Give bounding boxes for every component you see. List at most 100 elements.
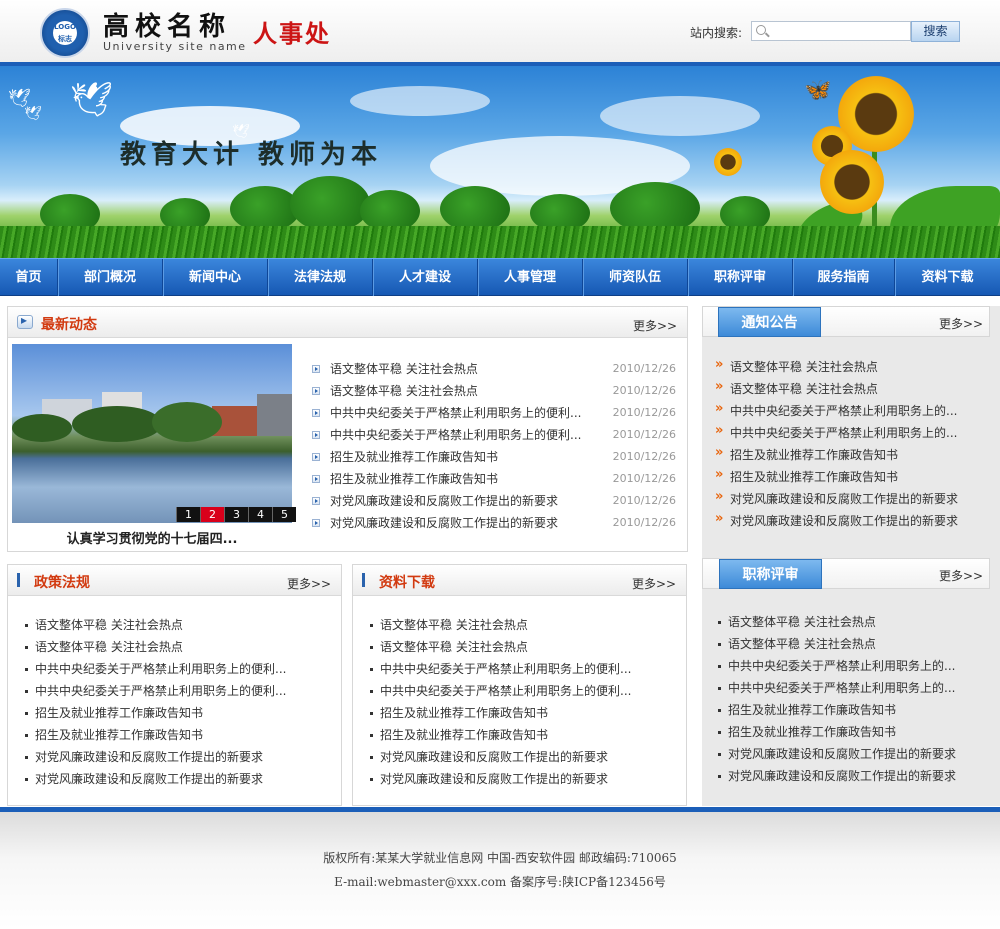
slide-number[interactable]: 1 <box>176 507 200 522</box>
slide-number-active[interactable]: 2 <box>200 507 224 522</box>
more-link[interactable]: 更多>> <box>939 567 983 584</box>
slide-number[interactable]: 4 <box>248 507 272 522</box>
list-item[interactable]: 语文整体平稳 关注社会热点 <box>25 636 325 658</box>
more-link[interactable]: 更多>> <box>287 575 331 592</box>
list-item[interactable]: 中共中央纪委关于严格禁止利用职务上的... <box>718 655 998 677</box>
nav-item-home[interactable]: 首页 <box>0 259 58 296</box>
tree <box>290 176 370 232</box>
news-date: 2010/12/26 <box>612 428 676 441</box>
slide-number[interactable]: 3 <box>224 507 248 522</box>
list-item[interactable]: 招生及就业推荐工作廉政告知书 <box>718 721 998 743</box>
list-item[interactable]: 对党风廉政建设和反腐败工作提出的新要求 <box>715 486 995 510</box>
search-input[interactable] <box>770 23 908 39</box>
list-item[interactable]: 语文整体平稳 关注社会热点 <box>715 354 995 378</box>
logo-emblem[interactable]: LOGO 标志 <box>40 8 90 58</box>
list-item[interactable]: 语文整体平稳 关注社会热点 <box>370 614 670 636</box>
list-item[interactable]: 招生及就业推荐工作廉政告知书 2010/12/26 <box>310 468 676 490</box>
list-item[interactable]: 招生及就业推荐工作廉政告知书 <box>715 464 995 488</box>
list-item[interactable]: 招生及就业推荐工作廉政告知书 <box>718 699 998 721</box>
list-item[interactable]: 招生及就业推荐工作廉政告知书 <box>25 702 325 724</box>
list-item[interactable]: 中共中央纪委关于严格禁止利用职务上的便利... <box>370 680 670 702</box>
list-item[interactable]: 招生及就业推荐工作廉政告知书 <box>370 702 670 724</box>
news-title[interactable]: 中共中央纪委关于严格禁止利用职务上的便利... <box>330 424 581 446</box>
tab-notice[interactable]: 通知公告 <box>718 307 821 337</box>
list-item[interactable]: 中共中央纪委关于严格禁止利用职务上的便利... 2010/12/26 <box>310 402 676 424</box>
news-date: 2010/12/26 <box>612 384 676 397</box>
list-item[interactable]: 中共中央纪委关于严格禁止利用职务上的便利... <box>25 658 325 680</box>
news-title[interactable]: 中共中央纪委关于严格禁止利用职务上的便利... <box>330 402 581 424</box>
list-item[interactable]: 中共中央纪委关于严格禁止利用职务上的便利... 2010/12/26 <box>310 424 676 446</box>
news-title[interactable]: 对党风廉政建设和反腐败工作提出的新要求 <box>330 490 558 512</box>
nav-item-news[interactable]: 新闻中心 <box>163 259 268 296</box>
list-item[interactable]: 对党风廉政建设和反腐败工作提出的新要求 <box>718 765 998 787</box>
cloud <box>350 86 490 116</box>
downloads-list: 语文整体平稳 关注社会热点 语文整体平稳 关注社会热点 中共中央纪委关于严格禁止… <box>370 614 670 790</box>
news-title[interactable]: 对党风廉政建设和反腐败工作提出的新要求 <box>330 512 558 534</box>
downloads-panel: 资料下载 更多>> 语文整体平稳 关注社会热点 语文整体平稳 关注社会热点 中共… <box>352 564 687 806</box>
list-item[interactable]: 招生及就业推荐工作廉政告知书 <box>715 442 995 466</box>
banner-slogan: 教育大计 教师为本 <box>120 140 383 170</box>
tab-titles[interactable]: 职称评审 <box>719 559 822 589</box>
nav-item-titles[interactable]: 职称评审 <box>688 259 793 296</box>
nav-item-downloads[interactable]: 资料下载 <box>895 259 1000 296</box>
copyright-text: 版权所有:某某大学就业信息网 中国-西安软件园 邮政编码:710065 <box>323 851 677 865</box>
list-item[interactable]: 对党风廉政建设和反腐败工作提出的新要求 <box>25 768 325 790</box>
nav-item-department[interactable]: 部门概况 <box>58 259 163 296</box>
search-label: 站内搜索: <box>690 26 743 40</box>
nav-item-personnel[interactable]: 人事管理 <box>478 259 583 296</box>
policy-panel: 政策法规 更多>> 语文整体平稳 关注社会热点 语文整体平稳 关注社会热点 中共… <box>7 564 342 806</box>
list-item[interactable]: 对党风廉政建设和反腐败工作提出的新要求 <box>715 508 995 532</box>
notice-header: 通知公告 更多>> <box>702 306 990 337</box>
nav-item-talent[interactable]: 人才建设 <box>373 259 478 296</box>
department-name: 人事处 <box>253 19 331 48</box>
list-item[interactable]: 语文整体平稳 关注社会热点 <box>718 633 998 655</box>
more-link[interactable]: 更多>> <box>939 315 983 332</box>
list-item[interactable]: 对党风廉政建设和反腐败工作提出的新要求 <box>370 746 670 768</box>
search-button[interactable]: 搜索 <box>911 21 960 42</box>
sidebar: 通知公告 更多>> 语文整体平稳 关注社会热点 语文整体平稳 关注社会热点 中共… <box>702 306 1000 806</box>
list-item[interactable]: 招生及就业推荐工作廉政告知书 <box>370 724 670 746</box>
news-title[interactable]: 语文整体平稳 关注社会热点 <box>330 380 478 402</box>
news-title[interactable]: 招生及就业推荐工作廉政告知书 <box>330 446 498 468</box>
search-box[interactable] <box>751 21 911 41</box>
list-item[interactable]: 语文整体平稳 关注社会热点 2010/12/26 <box>310 358 676 380</box>
list-item[interactable]: 语文整体平稳 关注社会热点 <box>718 611 998 633</box>
list-item[interactable]: 对党风廉政建设和反腐败工作提出的新要求 <box>25 746 325 768</box>
list-item[interactable]: 对党风廉政建设和反腐败工作提出的新要求 2010/12/26 <box>310 490 676 512</box>
news-title[interactable]: 招生及就业推荐工作廉政告知书 <box>330 468 498 490</box>
cloud <box>600 96 760 136</box>
list-item[interactable]: 中共中央纪委关于严格禁止利用职务上的便利... <box>25 680 325 702</box>
list-item[interactable]: 对党风廉政建设和反腐败工作提出的新要求 <box>718 743 998 765</box>
list-item[interactable]: 语文整体平稳 关注社会热点 2010/12/26 <box>310 380 676 402</box>
tree <box>12 414 72 442</box>
nav-item-faculty[interactable]: 师资队伍 <box>583 259 688 296</box>
arrow-bullet-icon <box>312 365 320 373</box>
site-footer: 版权所有:某某大学就业信息网 中国-西安软件园 邮政编码:710065 E-ma… <box>0 812 1000 929</box>
list-item[interactable]: 招生及就业推荐工作廉政告知书 <box>25 724 325 746</box>
nav-item-laws[interactable]: 法律法规 <box>268 259 373 296</box>
list-item[interactable]: 中共中央纪委关于严格禁止利用职务上的... <box>715 420 995 444</box>
more-link[interactable]: 更多>> <box>633 317 677 334</box>
news-title[interactable]: 语文整体平稳 关注社会热点 <box>330 358 478 380</box>
nav-item-services[interactable]: 服务指南 <box>793 259 895 296</box>
list-item[interactable]: 语文整体平稳 关注社会热点 <box>25 614 325 636</box>
list-item[interactable]: 对党风廉政建设和反腐败工作提出的新要求 <box>370 768 670 790</box>
list-item[interactable]: 对党风廉政建设和反腐败工作提出的新要求 2010/12/26 <box>310 512 676 534</box>
arrow-bullet-icon <box>312 387 320 395</box>
more-link[interactable]: 更多>> <box>632 575 676 592</box>
dove-icon: 🕊 <box>70 80 114 120</box>
news-slideshow-image[interactable] <box>12 344 292 523</box>
list-item[interactable]: 招生及就业推荐工作廉政告知书 2010/12/26 <box>310 446 676 468</box>
slide-caption[interactable]: 认真学习贯彻党的十七届四... <box>12 528 292 547</box>
arrow-bullet-icon <box>312 519 320 527</box>
tree <box>152 402 222 442</box>
list-item[interactable]: 语文整体平稳 关注社会热点 <box>370 636 670 658</box>
slide-number[interactable]: 5 <box>272 507 296 522</box>
site-name-en: University site name <box>103 40 247 53</box>
list-item[interactable]: 中共中央纪委关于严格禁止利用职务上的便利... <box>370 658 670 680</box>
logo-text: LOGO 标志 <box>53 21 77 45</box>
list-item[interactable]: 中共中央纪委关于严格禁止利用职务上的... <box>715 398 995 422</box>
titles-header: 职称评审 更多>> <box>702 558 990 589</box>
list-item[interactable]: 语文整体平稳 关注社会热点 <box>715 376 995 400</box>
list-item[interactable]: 中共中央纪委关于严格禁止利用职务上的... <box>718 677 998 699</box>
